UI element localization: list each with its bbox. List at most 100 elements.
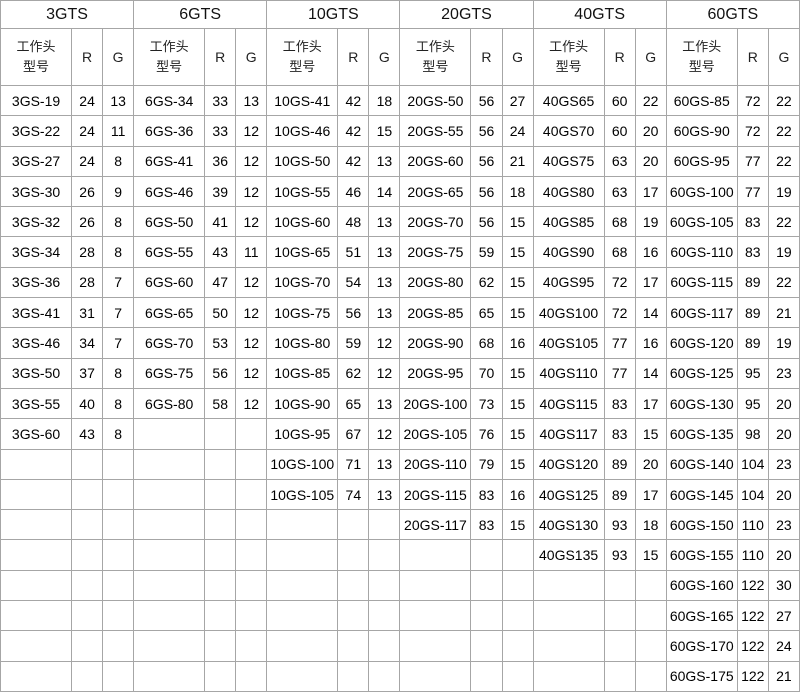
cell-model: 60GS-170 <box>666 631 737 661</box>
cell-empty <box>205 449 236 479</box>
cell-g: 12 <box>236 146 267 176</box>
cell-r: 24 <box>72 146 103 176</box>
cell-model: 6GS-60 <box>134 267 205 297</box>
cell-empty <box>134 449 205 479</box>
cell-r: 122 <box>737 661 768 691</box>
cell-empty <box>471 540 502 570</box>
group-header-40gts: 40GTS <box>533 1 666 29</box>
r-column-header: R <box>72 29 103 86</box>
table-row: 3GS-342886GS-55431110GS-65511320GS-75591… <box>1 237 800 267</box>
cell-empty <box>103 601 134 631</box>
cell-model: 60GS-175 <box>666 661 737 691</box>
cell-r: 83 <box>471 510 502 540</box>
workhead-model-header-line2: 型号 <box>134 57 204 77</box>
cell-g: 8 <box>103 237 134 267</box>
table-row: 3GS-2224116GS-36331210GS-46421520GS-5556… <box>1 116 800 146</box>
cell-model: 40GS80 <box>533 176 604 206</box>
gts-workhead-spec-table: 3GTS6GTS10GTS20GTS40GTS60GTS工作头型号RG工作头型号… <box>0 0 800 692</box>
g-column-header: G <box>502 29 533 86</box>
cell-model: 10GS-55 <box>267 176 338 206</box>
cell-g: 22 <box>768 267 799 297</box>
cell-model: 3GS-22 <box>1 116 72 146</box>
cell-r: 72 <box>604 298 635 328</box>
cell-r: 95 <box>737 358 768 388</box>
workhead-model-header-line2: 型号 <box>267 57 337 77</box>
cell-g: 16 <box>635 237 666 267</box>
workhead-model-header: 工作头型号 <box>400 29 471 86</box>
cell-empty <box>103 570 134 600</box>
sub-header-row: 工作头型号RG工作头型号RG工作头型号RG工作头型号RG工作头型号RG工作头型号… <box>1 29 800 86</box>
cell-empty <box>267 631 338 661</box>
cell-g: 12 <box>369 419 400 449</box>
cell-empty <box>267 661 338 691</box>
cell-model: 10GS-90 <box>267 388 338 418</box>
cell-empty <box>502 601 533 631</box>
cell-g: 15 <box>502 449 533 479</box>
cell-g: 20 <box>635 146 666 176</box>
table-row: 3GS-322686GS-50411210GS-60481320GS-70561… <box>1 207 800 237</box>
cell-empty <box>134 661 205 691</box>
cell-g: 22 <box>768 207 799 237</box>
cell-empty <box>236 540 267 570</box>
cell-empty <box>338 510 369 540</box>
cell-empty <box>635 631 666 661</box>
cell-g: 19 <box>768 237 799 267</box>
cell-r: 56 <box>205 358 236 388</box>
cell-r: 95 <box>737 388 768 418</box>
cell-r: 68 <box>604 207 635 237</box>
cell-g: 17 <box>635 479 666 509</box>
cell-g: 15 <box>502 207 533 237</box>
cell-empty <box>236 479 267 509</box>
cell-r: 73 <box>471 388 502 418</box>
cell-r: 98 <box>737 419 768 449</box>
cell-g: 30 <box>768 570 799 600</box>
cell-r: 68 <box>471 328 502 358</box>
cell-r: 42 <box>338 116 369 146</box>
cell-model: 40GS95 <box>533 267 604 297</box>
cell-r: 59 <box>338 328 369 358</box>
cell-r: 77 <box>604 328 635 358</box>
cell-r: 56 <box>471 146 502 176</box>
cell-r: 77 <box>604 358 635 388</box>
cell-r: 50 <box>205 298 236 328</box>
cell-g: 16 <box>502 479 533 509</box>
cell-empty <box>533 601 604 631</box>
cell-empty <box>369 661 400 691</box>
cell-g: 18 <box>369 86 400 116</box>
cell-model: 40GS105 <box>533 328 604 358</box>
cell-empty <box>604 661 635 691</box>
cell-r: 56 <box>471 116 502 146</box>
cell-empty <box>1 570 72 600</box>
cell-g: 24 <box>768 631 799 661</box>
cell-model: 40GS110 <box>533 358 604 388</box>
cell-model: 40GS125 <box>533 479 604 509</box>
cell-r: 47 <box>205 267 236 297</box>
cell-g: 12 <box>369 358 400 388</box>
table-head: 3GTS6GTS10GTS20GTS40GTS60GTS工作头型号RG工作头型号… <box>1 1 800 86</box>
cell-r: 65 <box>338 388 369 418</box>
cell-model: 60GS-160 <box>666 570 737 600</box>
cell-g: 21 <box>768 298 799 328</box>
cell-g: 9 <box>103 176 134 206</box>
cell-g: 13 <box>369 388 400 418</box>
cell-model: 40GS65 <box>533 86 604 116</box>
cell-r: 51 <box>338 237 369 267</box>
cell-model: 6GS-55 <box>134 237 205 267</box>
cell-empty <box>236 510 267 540</box>
cell-r: 54 <box>338 267 369 297</box>
cell-empty <box>604 631 635 661</box>
cell-r: 36 <box>205 146 236 176</box>
cell-empty <box>1 631 72 661</box>
cell-model: 3GS-41 <box>1 298 72 328</box>
cell-g: 15 <box>502 510 533 540</box>
cell-r: 39 <box>205 176 236 206</box>
cell-r: 31 <box>72 298 103 328</box>
cell-model: 60GS-165 <box>666 601 737 631</box>
cell-empty <box>72 510 103 540</box>
cell-empty <box>236 631 267 661</box>
cell-empty <box>205 601 236 631</box>
cell-r: 72 <box>737 86 768 116</box>
cell-g: 21 <box>502 146 533 176</box>
cell-r: 72 <box>604 267 635 297</box>
cell-empty <box>103 661 134 691</box>
